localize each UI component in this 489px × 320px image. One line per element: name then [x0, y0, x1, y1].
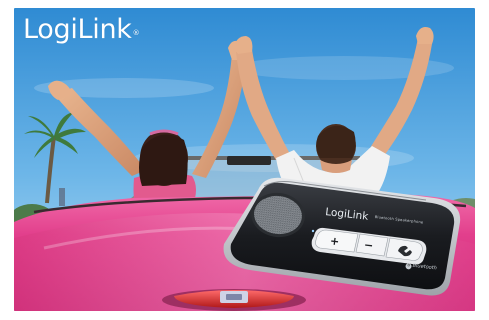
- svg-text:−: −: [363, 238, 374, 252]
- brand-logo: LogiLink®: [23, 14, 140, 45]
- bluetooth-icon: ʙ: [405, 262, 412, 270]
- brand-logo-text: LogiLink: [23, 14, 132, 45]
- product-photo-frame: + − LogiLink® LogiLink Bluetooth Speaker…: [14, 8, 475, 311]
- svg-text:+: +: [329, 234, 340, 248]
- registered-mark: ®: [132, 29, 140, 37]
